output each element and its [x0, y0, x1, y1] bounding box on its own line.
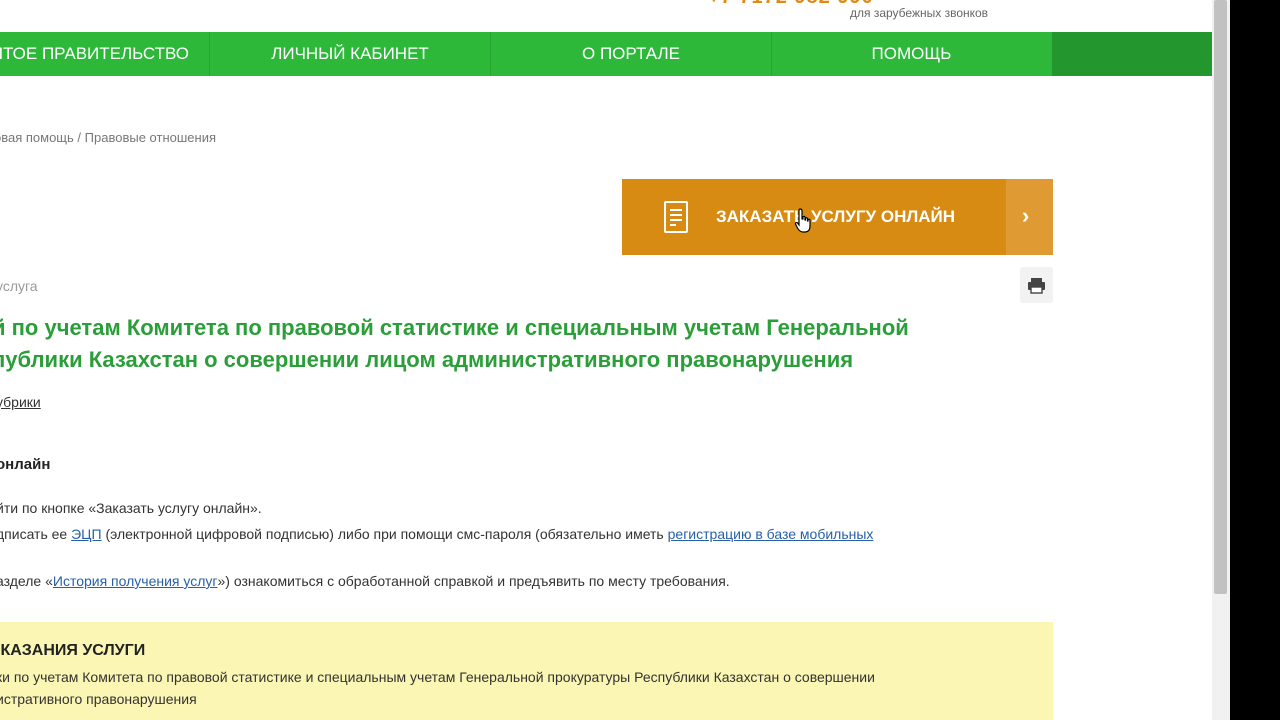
service-history-link[interactable]: История получения услуг: [53, 573, 218, 589]
nav-item-about-portal[interactable]: О портале: [491, 32, 772, 76]
nav-item-open-government[interactable]: ытое правительство: [0, 32, 210, 76]
nav-extra[interactable]: [1052, 32, 1212, 76]
print-button[interactable]: [1020, 267, 1053, 303]
breadcrumb: овая помощь / Правовые отношения: [0, 130, 216, 145]
phone-number: +7 7172 982 990: [708, 0, 874, 9]
breadcrumb-legal-relations[interactable]: Правовые отношения: [85, 130, 216, 145]
result-heading: ОКАЗАНИЯ УСЛУГИ: [0, 642, 146, 659]
breadcrumb-legal-help[interactable]: овая помощь: [0, 130, 74, 145]
eds-link[interactable]: ЭЦП: [71, 526, 101, 542]
instruction-step-1: йти по кнопке «Заказать услугу онлайн».: [0, 500, 262, 516]
order-button-label: Заказать услугу онлайн: [716, 207, 956, 226]
result-text-line-2: истративного правонарушения: [0, 691, 197, 707]
order-button-arrow[interactable]: ›: [1006, 179, 1053, 255]
service-type-label: услуга: [0, 278, 38, 294]
chevron-right-icon: ›: [1022, 203, 1030, 228]
page: +7 7172 982 990 для зарубежных звонков ы…: [0, 0, 1212, 720]
mobile-registration-link[interactable]: регистрацию в базе мобильных: [668, 526, 874, 542]
page-title: й по учетам Комитета по правовой статист…: [0, 312, 952, 376]
document-icon: [664, 201, 688, 233]
title-line-1: й по учетам Комитета по правовой статист…: [0, 315, 909, 340]
phone-note: для зарубежных звонков: [850, 6, 989, 20]
hand-cursor-icon: [794, 208, 811, 233]
instruction-step-2: дписать ее ЭЦП (электронной цифровой под…: [0, 526, 874, 542]
title-line-2: публики Казахстан о совершении лицом адм…: [0, 347, 854, 372]
result-text-line-1: ки по учетам Комитета по правовой статис…: [0, 669, 875, 685]
instruction-step-3: азделе «История получения услуг») ознако…: [0, 573, 730, 589]
service-result-box: ОКАЗАНИЯ УСЛУГИ ки по учетам Комитета по…: [0, 622, 1053, 720]
nav-item-personal-cabinet[interactable]: Личный кабинет: [210, 32, 491, 76]
breadcrumb-separator: /: [77, 130, 82, 145]
rubric-link[interactable]: убрики: [0, 394, 41, 410]
main-nav: ытое правительство Личный кабинет О порт…: [0, 32, 1212, 76]
order-service-online-button[interactable]: Заказать услугу онлайн ›: [622, 179, 1053, 255]
printer-icon: [1028, 278, 1045, 294]
screen-edge: [1230, 0, 1280, 720]
result-text: ки по учетам Комитета по правовой статис…: [0, 666, 1006, 710]
vertical-scrollbar[interactable]: [1212, 0, 1230, 720]
scrollbar-thumb[interactable]: [1214, 0, 1227, 594]
online-section-heading: онлайн: [0, 456, 51, 473]
nav-item-help[interactable]: Помощь: [772, 32, 1051, 76]
